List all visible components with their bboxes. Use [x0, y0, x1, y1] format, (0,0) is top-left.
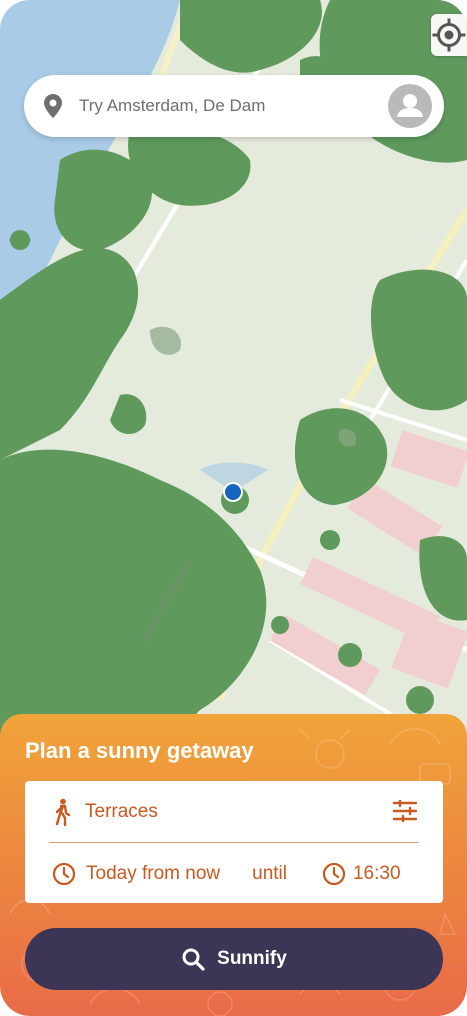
start-time-selector[interactable]: Today from now [86, 863, 220, 885]
sliders-icon [392, 800, 418, 822]
user-avatar-icon [397, 94, 423, 117]
map-view[interactable]: Roffel Plantijnpad Try Amsterdam, De Dam [0, 0, 467, 760]
activity-label: Terraces [85, 801, 158, 822]
plan-panel: Plan a sunny getaway Terraces Today from… [0, 714, 467, 1016]
clock-icon [52, 862, 76, 886]
app-screen: Roffel Plantijnpad Try Amsterdam, De Dam [0, 0, 467, 1016]
plan-card: Terraces Today from now until 16:30 [25, 781, 443, 903]
time-row: Today from now until 16:30 [25, 857, 443, 891]
search-icon [182, 948, 205, 971]
location-pin-icon [41, 94, 65, 118]
sunnify-button[interactable]: Sunnify [25, 928, 443, 990]
search-bar[interactable]: Try Amsterdam, De Dam [24, 75, 444, 137]
activity-selector[interactable]: Terraces [25, 795, 443, 829]
end-time-selector[interactable]: 16:30 [353, 863, 401, 885]
locate-button[interactable] [431, 14, 467, 56]
user-avatar-button[interactable] [388, 84, 432, 128]
until-label: until [252, 863, 287, 884]
panel-title: Plan a sunny getaway [25, 738, 254, 763]
current-location-dot [225, 484, 241, 500]
clock-icon [322, 862, 346, 886]
crosshair-icon [432, 18, 466, 52]
card-divider [49, 842, 419, 843]
search-input[interactable]: Try Amsterdam, De Dam [79, 96, 388, 116]
walking-person-icon [51, 798, 73, 826]
filter-button[interactable] [391, 797, 419, 825]
sunnify-label: Sunnify [217, 948, 287, 969]
